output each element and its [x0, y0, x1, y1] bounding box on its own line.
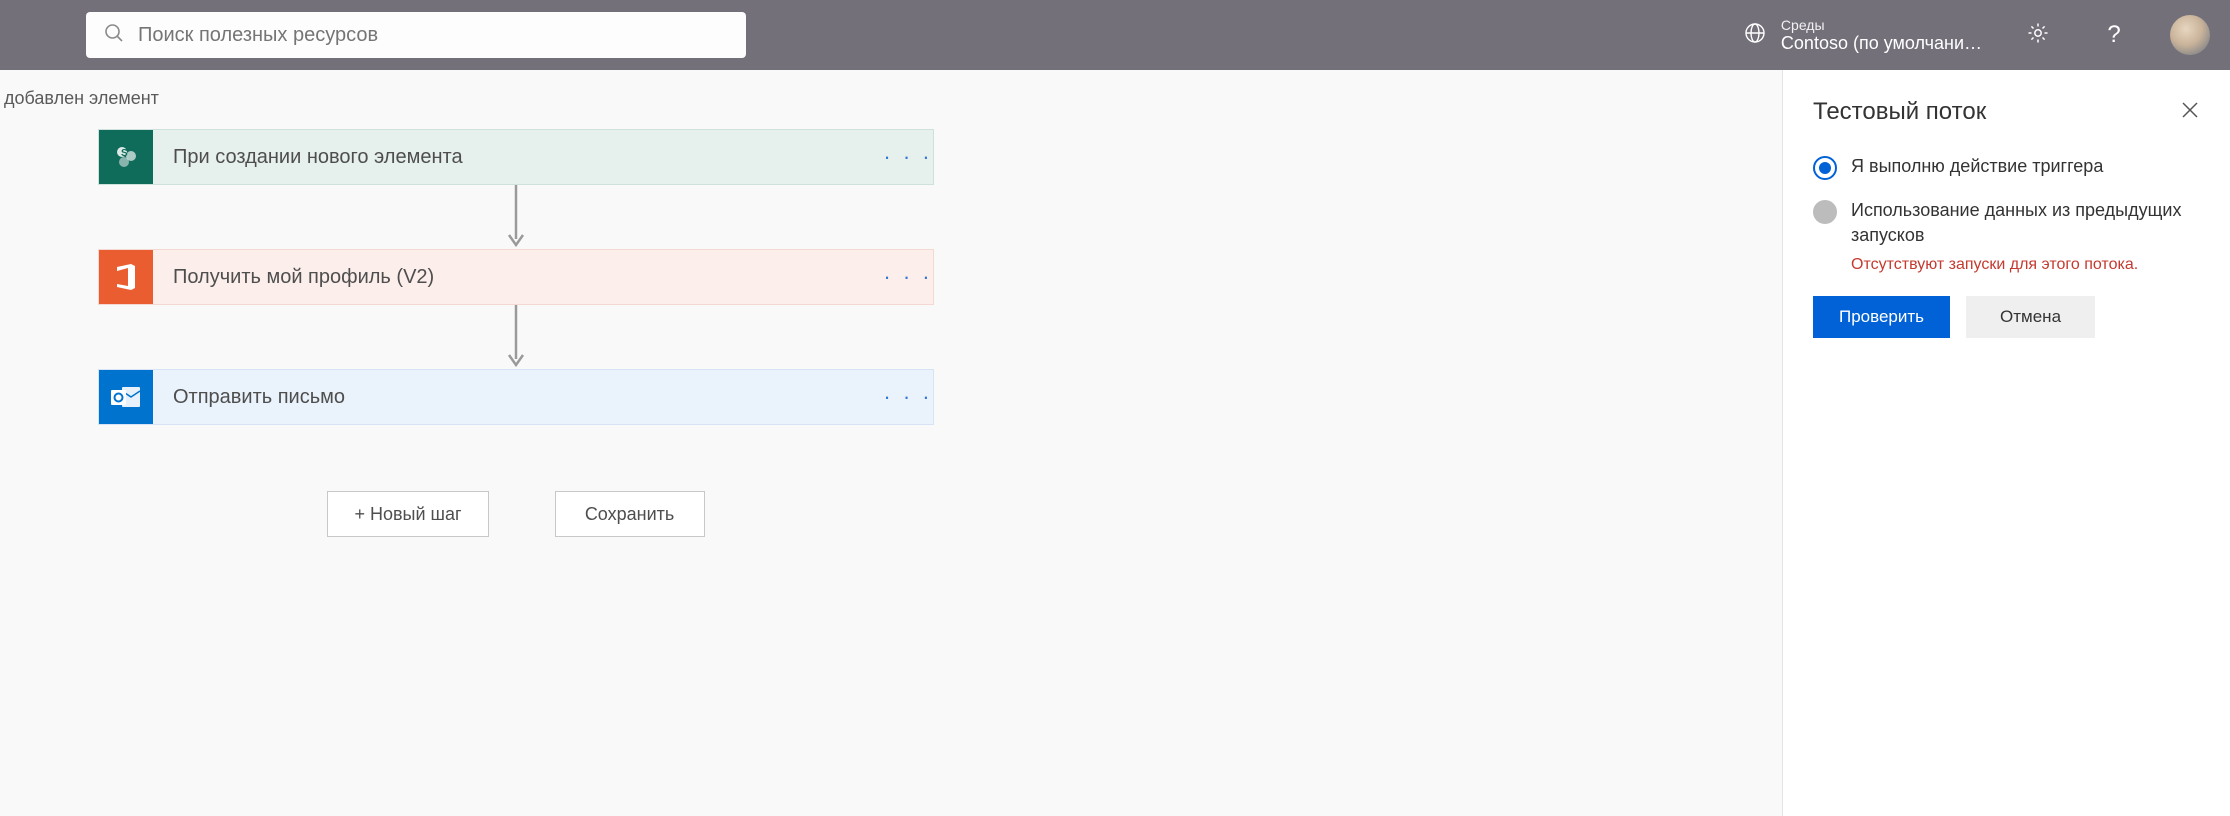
radio-disabled-icon	[1813, 200, 1837, 224]
step-title: Получить мой профиль (V2)	[153, 266, 883, 289]
settings-button[interactable]	[2018, 15, 2058, 55]
flow-step-action-profile[interactable]: Получить мой профиль (V2) · · ·	[98, 249, 934, 305]
test-option-previous-runs[interactable]: Использование данных из предыдущих запус…	[1813, 198, 2200, 248]
panel-close-button[interactable]	[2180, 100, 2200, 125]
step-menu-button[interactable]: · · ·	[883, 144, 933, 170]
cancel-button[interactable]: Отмена	[1966, 296, 2095, 338]
globe-icon	[1743, 21, 1767, 50]
outlook-icon	[99, 370, 153, 424]
gear-icon	[2026, 21, 2050, 50]
flow-canvas: добавлен элемент S При создании нового э…	[0, 70, 1782, 816]
environment-picker[interactable]: Среды Contoso (по умолчани…	[1743, 17, 1982, 54]
radio-label: Использование данных из предыдущих запус…	[1851, 198, 2200, 248]
new-step-button[interactable]: + Новый шаг	[327, 491, 488, 537]
environment-name: Contoso (по умолчани…	[1781, 33, 1982, 54]
flow-step-action-email[interactable]: Отправить письмо · · ·	[98, 369, 934, 425]
search-icon	[104, 23, 124, 48]
step-title: При создании нового элемента	[153, 146, 883, 169]
app-header: Среды Contoso (по умолчани… ?	[0, 0, 2230, 70]
step-menu-button[interactable]: · · ·	[883, 384, 933, 410]
connector-arrow	[506, 305, 526, 369]
avatar[interactable]	[2170, 15, 2210, 55]
search-box[interactable]	[86, 12, 746, 58]
sharepoint-icon: S	[99, 130, 153, 184]
radio-label: Я выполню действие триггера	[1851, 154, 2103, 179]
save-button[interactable]: Сохранить	[555, 491, 705, 537]
test-button[interactable]: Проверить	[1813, 296, 1950, 338]
flow-step-trigger[interactable]: S При создании нового элемента · · ·	[98, 129, 934, 185]
help-button[interactable]: ?	[2094, 15, 2134, 55]
office-icon	[99, 250, 153, 304]
environment-label: Среды	[1781, 17, 1982, 33]
step-title: Отправить письмо	[153, 386, 883, 409]
breadcrumb: добавлен элемент	[0, 70, 1782, 129]
test-flow-panel: Тестовый поток Я выполню действие тригге…	[1782, 70, 2230, 816]
step-menu-button[interactable]: · · ·	[883, 264, 933, 290]
panel-title: Тестовый поток	[1813, 98, 1986, 126]
svg-text:S: S	[121, 148, 128, 159]
connector-arrow	[506, 185, 526, 249]
search-input[interactable]	[138, 24, 728, 47]
close-icon	[2180, 107, 2200, 124]
help-icon: ?	[2107, 21, 2120, 49]
test-option-manual[interactable]: Я выполню действие триггера	[1813, 154, 2200, 180]
previous-runs-warning: Отсутствуют запуски для этого потока.	[1851, 256, 2200, 274]
radio-selected-icon	[1813, 156, 1837, 180]
